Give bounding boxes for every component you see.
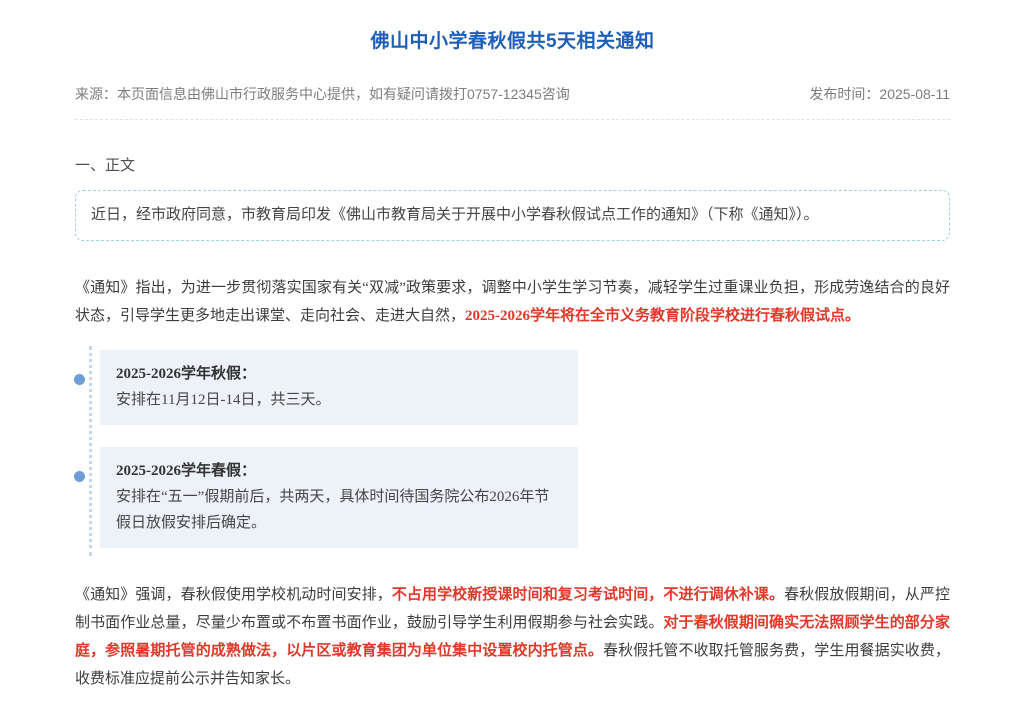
timeline-dot bbox=[74, 374, 85, 385]
notice-page: 佛山中小学春秋假共5天相关通知 来源：本页面信息由佛山市行政服务中心提供，如有疑… bbox=[0, 13, 1024, 707]
lead-summary-box: 近日，经市政府同意，市教育局印发《佛山市教育局关于开展中小学春秋假试点工作的通知… bbox=[75, 190, 950, 242]
timeline-item-body: 安排在“五一”假期前后，共两天，具体时间待国务院公布2026年节假日放假安排后确… bbox=[116, 484, 562, 536]
publish-time: 发布时间：2025-08-11 bbox=[809, 84, 950, 104]
source-text: 来源：本页面信息由佛山市行政服务中心提供，如有疑问请拨打0757-12345咨询 bbox=[75, 84, 570, 104]
text-segment: 《通知》强调，春秋假使用学校机动时间安排， bbox=[75, 587, 392, 603]
holiday-timeline: 2025-2026学年秋假： 安排在11月12日-14日，共三天。 2025-2… bbox=[84, 350, 950, 548]
divider bbox=[75, 119, 950, 120]
timeline-dot bbox=[74, 471, 85, 482]
text-segment: 2025-2026学年将在全市义务教育阶段学校进行春秋假试点。 bbox=[465, 308, 860, 324]
paragraph-emphasis-rules: 《通知》强调，春秋假使用学校机动时间安排，不占用学校新授课时间和复习考试时间，不… bbox=[75, 581, 950, 693]
page-title: 佛山中小学春秋假共5天相关通知 bbox=[75, 13, 950, 53]
timeline-item-body: 安排在11月12日-14日，共三天。 bbox=[116, 387, 562, 413]
timeline-line bbox=[89, 346, 92, 556]
timeline-item-spring: 2025-2026学年春假： 安排在“五一”假期前后，共两天，具体时间待国务院公… bbox=[100, 447, 578, 548]
timeline-item-heading: 2025-2026学年春假： bbox=[116, 458, 562, 484]
timeline-item-heading: 2025-2026学年秋假： bbox=[116, 361, 562, 387]
meta-row: 来源：本页面信息由佛山市行政服务中心提供，如有疑问请拨打0757-12345咨询… bbox=[75, 84, 950, 104]
section-heading: 一、正文 bbox=[75, 154, 950, 175]
paragraph-pilot-announcement: 《通知》指出，为进一步贯彻落实国家有关“双减”政策要求，调整中小学生学习节奏，减… bbox=[75, 274, 950, 330]
timeline-item-autumn: 2025-2026学年秋假： 安排在11月12日-14日，共三天。 bbox=[100, 350, 578, 425]
text-segment: 不占用学校新授课时间和复习考试时间，不进行调休补课。 bbox=[392, 587, 784, 603]
